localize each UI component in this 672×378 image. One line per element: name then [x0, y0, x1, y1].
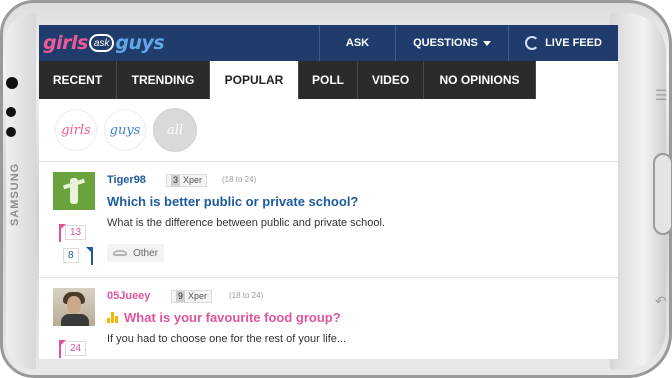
girls-vote-count: 24 — [59, 340, 93, 358]
pink-flag-icon — [59, 340, 66, 358]
poll-icon — [107, 312, 119, 323]
xper-label: Xper — [183, 175, 203, 185]
live-feed-button[interactable]: LIVE FEED — [508, 25, 618, 61]
guys-vote-count: 8 — [59, 247, 93, 265]
avatar[interactable] — [53, 172, 95, 210]
girls-vote-count: 13 — [59, 224, 93, 242]
caret-down-icon — [482, 40, 491, 46]
pink-flag-icon — [59, 224, 66, 242]
screen: girls ask guys ASK QUESTIONS LIVE FEED R… — [39, 25, 618, 359]
brand-label: SAMSUNG — [9, 162, 21, 226]
site-logo[interactable]: girls ask guys — [39, 25, 319, 61]
category-tabs: RECENT TRENDING POPULAR POLL VIDEO NO OP… — [39, 61, 618, 99]
question-card[interactable]: 05Jueey 9 Xper (18 to 24) What is your fa… — [39, 278, 618, 359]
xper-label: Xper — [188, 291, 208, 301]
live-feed-label: LIVE FEED — [545, 37, 602, 49]
top-bar: girls ask guys ASK QUESTIONS LIVE FEED — [39, 25, 618, 61]
girls-votes: 13 — [65, 225, 87, 240]
tab-recent[interactable]: RECENT — [39, 61, 117, 99]
question-description: What is the difference between public an… — [107, 217, 386, 229]
tab-label: RECENT — [52, 73, 103, 87]
menu-key-icon[interactable]: ☰ — [655, 87, 668, 104]
question-title[interactable]: What is your favourite food group? — [107, 310, 341, 325]
username[interactable]: Tiger98 — [107, 174, 146, 186]
live-feed-icon — [525, 36, 540, 50]
xper-level: 9 — [176, 291, 186, 302]
age-range: (18 to 24) — [229, 291, 264, 300]
tab-label: POLL — [312, 73, 344, 87]
filter-girls[interactable]: girls — [55, 109, 97, 151]
xper-badge: 9 Xper — [171, 290, 213, 303]
avatar-body — [61, 314, 89, 326]
username[interactable]: 05Jueey — [107, 290, 150, 302]
back-key-icon[interactable]: ↶ — [655, 293, 667, 310]
tab-label: NO OPINIONS — [439, 73, 520, 87]
logo-ask-badge: ask — [88, 34, 115, 52]
tab-label: POPULAR — [224, 73, 284, 87]
tab-label: VIDEO — [371, 73, 410, 87]
tab-popular[interactable]: POPULAR — [210, 61, 299, 99]
sensor-dot — [6, 127, 16, 137]
sensor-dot — [6, 107, 16, 117]
filter-all[interactable]: all — [153, 108, 197, 152]
ask-label: ASK — [345, 37, 370, 49]
xper-level: 3 — [171, 175, 181, 186]
category-icon — [113, 250, 127, 256]
category-label: Other — [133, 247, 159, 259]
top-nav: ASK QUESTIONS LIVE FEED — [319, 25, 618, 61]
question-title[interactable]: Which is better public or private school… — [107, 194, 358, 209]
logo-girls-text: girls — [43, 32, 88, 54]
xper-badge: 3 Xper — [166, 174, 208, 187]
questions-label: QUESTIONS — [413, 37, 478, 49]
filter-guys[interactable]: guys — [104, 109, 146, 151]
girls-votes: 24 — [65, 341, 87, 356]
avatar-face — [67, 296, 81, 314]
questions-menu[interactable]: QUESTIONS — [395, 25, 508, 61]
camera-dot — [6, 77, 18, 89]
phone-frame: SAMSUNG ☰ ↶ girls ask guys ASK QUESTIONS — [0, 0, 672, 378]
tab-no-opinions[interactable]: NO OPINIONS — [424, 61, 536, 99]
blue-flag-icon — [86, 247, 93, 265]
guys-votes: 8 — [63, 248, 79, 263]
tab-label: TRENDING — [131, 73, 195, 87]
tab-poll[interactable]: POLL — [299, 61, 358, 99]
question-description: If you had to choose one for the rest of… — [107, 333, 347, 345]
tab-video[interactable]: VIDEO — [358, 61, 424, 99]
category-tag[interactable]: Other — [107, 244, 165, 262]
logo-guys-text: guys — [115, 32, 165, 54]
question-title-text: What is your favourite food group? — [124, 310, 341, 325]
gender-filters: girls guys all — [39, 99, 618, 162]
ask-button[interactable]: ASK — [319, 25, 395, 61]
question-card[interactable]: Tiger98 3 Xper (18 to 24) Which is better… — [39, 162, 618, 278]
home-button[interactable] — [653, 153, 672, 235]
avatar[interactable] — [53, 288, 95, 326]
tab-trending[interactable]: TRENDING — [117, 61, 210, 99]
age-range: (18 to 24) — [222, 175, 257, 184]
